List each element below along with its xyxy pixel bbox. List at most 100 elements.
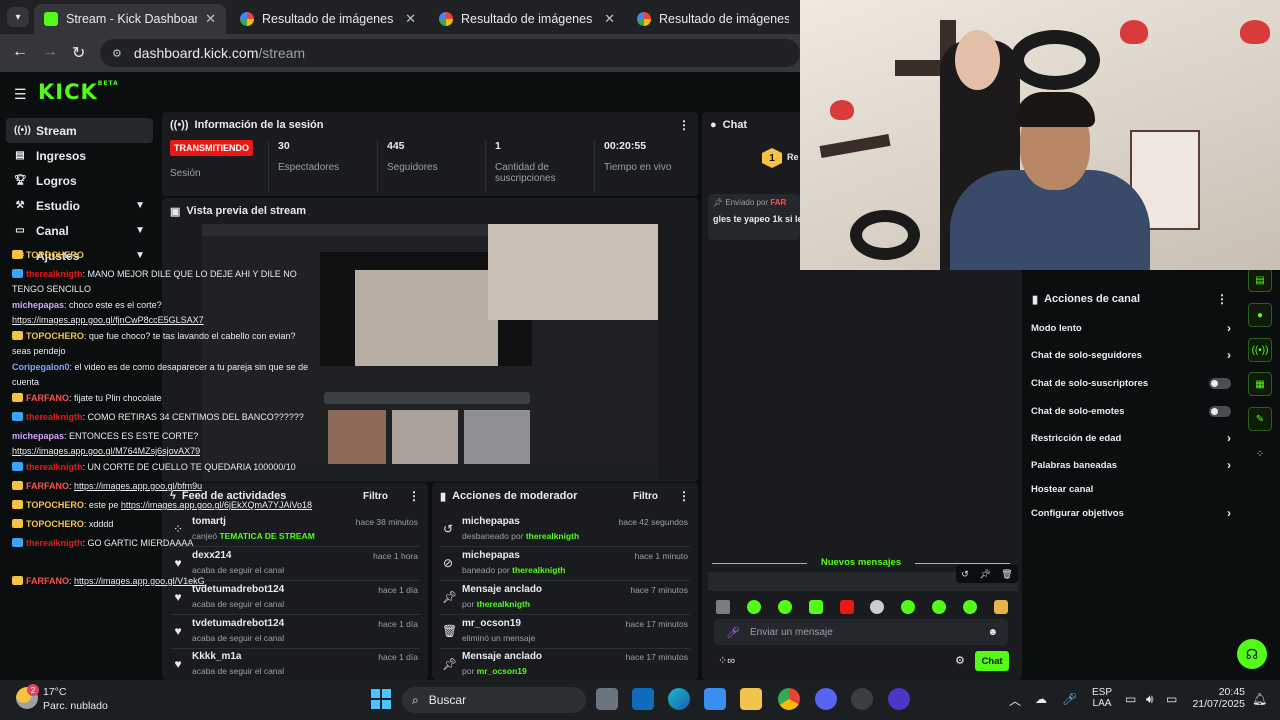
forward-arrow-icon[interactable]: → xyxy=(42,43,58,61)
chat-link[interactable]: https://images.app.goo.gl/V1ekG xyxy=(74,576,205,586)
discord-icon[interactable] xyxy=(815,688,837,710)
battery-icon[interactable]: ▭ xyxy=(1166,692,1177,706)
obs-icon[interactable] xyxy=(888,688,910,710)
chat-message[interactable]: FARFANO: fijate tu Plin chocolate xyxy=(12,391,312,406)
sidebar-item-estudio[interactable]: ⚒ Estudio ▼ xyxy=(6,193,153,218)
chat-link[interactable]: https://images.app.goo.gl/fjnCwP8ccE5GLS… xyxy=(12,315,204,325)
help-headset-icon[interactable]: ☊ xyxy=(1237,639,1267,669)
sidebar-item-ingresos[interactable]: ▤ Ingresos xyxy=(6,143,153,168)
emote-icon[interactable] xyxy=(809,600,823,614)
sidebar-item-logros[interactable]: 🏆︎ Logros xyxy=(6,168,153,193)
send-chat-button[interactable]: Chat xyxy=(975,651,1009,671)
filter-button[interactable]: Filtro xyxy=(363,491,388,502)
emote-icon[interactable] xyxy=(901,600,915,614)
kebab-menu-icon[interactable]: ⋮ xyxy=(1216,292,1228,306)
task-view-icon[interactable] xyxy=(596,688,618,710)
filter-button[interactable]: Filtro xyxy=(633,491,658,502)
file-explorer-icon[interactable] xyxy=(740,688,762,710)
cloud-icon[interactable]: ☁ xyxy=(1035,692,1047,706)
chat-message[interactable]: michepapas: choco este es el corte? https… xyxy=(12,298,312,328)
hamburger-menu-icon[interactable]: ☰ xyxy=(14,86,27,103)
kebab-menu-icon[interactable]: ⋮ xyxy=(408,489,420,503)
edge-icon[interactable] xyxy=(668,688,690,710)
steam-icon[interactable] xyxy=(851,688,873,710)
reload-icon[interactable]: ↻ xyxy=(72,43,85,63)
chat-message-input[interactable]: 🎤︎ Enviar un mensaje ☻ xyxy=(714,619,1008,645)
close-tab-icon[interactable]: ✕ xyxy=(205,11,216,27)
action-banned-words[interactable]: Palabras baneadas › xyxy=(1031,455,1231,475)
site-info-icon[interactable]: ⚙ xyxy=(112,47,122,60)
weather-desc[interactable]: Parc. nublado xyxy=(43,700,108,712)
chat-bubble-icon[interactable]: ● xyxy=(1248,303,1272,327)
emote-icon[interactable] xyxy=(747,600,761,614)
language-indicator[interactable]: ESP LAA xyxy=(1092,687,1112,709)
close-tab-icon[interactable]: ✕ xyxy=(405,11,416,27)
chat-message[interactable]: TOPOCHERO: xdddd xyxy=(12,517,312,532)
apps-icon[interactable]: ⁘ xyxy=(1248,442,1272,466)
kick-logo[interactable]: KICKBETA xyxy=(38,80,119,104)
chat-link[interactable]: https://images.app.goo.gl/bfm9u xyxy=(74,481,202,491)
taskbar-clock[interactable]: 20:45 21/07/2025 xyxy=(1190,686,1245,710)
back-arrow-icon[interactable]: ← xyxy=(12,43,28,61)
action-subscribers-only[interactable]: Chat de solo-suscriptores xyxy=(1031,373,1231,393)
emoji-icon[interactable]: ☻ xyxy=(987,627,998,638)
emote-icon[interactable] xyxy=(932,600,946,614)
action-configure-goals[interactable]: Configurar objetivos › xyxy=(1031,503,1231,523)
emotes-only-toggle[interactable] xyxy=(1209,405,1231,417)
emote-icon[interactable] xyxy=(870,600,884,614)
kebab-menu-icon[interactable]: ⋮ xyxy=(678,118,690,132)
chat-link[interactable]: https://images.app.goo.gl/M764MZsj6sjovA… xyxy=(12,446,200,456)
tab-search-button[interactable]: ▾ xyxy=(7,7,29,27)
close-tab-icon[interactable]: ✕ xyxy=(604,11,615,27)
microphone-icon[interactable]: 🎤︎ xyxy=(726,626,740,639)
action-age-restriction[interactable]: Restricción de edad › xyxy=(1031,428,1231,448)
pin-icon[interactable]: 📌︎ xyxy=(979,569,990,580)
chat-tools-icon[interactable]: ⁘∞ xyxy=(718,654,735,667)
chat-message[interactable]: Coripegalon0: el video es de como desapa… xyxy=(12,360,312,390)
chat-message[interactable]: TOPOCHERO: que fue choco? te tas lavando… xyxy=(12,329,312,359)
emote-icon[interactable] xyxy=(994,600,1008,614)
pinned-message[interactable]: 📌︎ Enviado por FAR gles te yapeo 1k si l… xyxy=(708,194,803,240)
weather-temp[interactable]: 17°C xyxy=(43,686,66,698)
trash-icon[interactable]: 🗑︎ xyxy=(1001,569,1012,580)
tab-google-images-2[interactable]: Resultado de imágenes de Goo ✕ xyxy=(429,4,625,34)
chrome-icon[interactable] xyxy=(778,688,800,710)
tab-google-images-3[interactable]: Resultado de imágenes de Goo xyxy=(627,4,799,34)
undo-icon[interactable]: ↺ xyxy=(961,569,969,580)
chat-message[interactable]: therealknigth: MANO MEJOR DILE QUE LO DE… xyxy=(12,267,312,297)
action-host-channel[interactable]: Hostear canal xyxy=(1031,479,1231,499)
subscribers-only-toggle[interactable] xyxy=(1209,377,1231,389)
chat-message[interactable]: therealknigth: UN CORTE DE CUELLO TE QUE… xyxy=(12,460,312,475)
kebab-menu-icon[interactable]: ⋮ xyxy=(678,489,690,503)
broadcast-icon[interactable]: ((•)) xyxy=(1248,338,1272,362)
address-bar[interactable]: ⚙ dashboard.kick.com/stream xyxy=(100,39,800,67)
chat-message[interactable]: therealknigth: GO GARTIC MIERDAAAA xyxy=(12,536,312,551)
emote-icon[interactable] xyxy=(778,600,792,614)
wrench-icon[interactable]: ✎ xyxy=(1248,407,1272,431)
microphone-icon[interactable]: 🎤︎ xyxy=(1062,692,1077,706)
chat-message[interactable]: TOPOCHERO xyxy=(12,248,312,263)
emote-icon[interactable] xyxy=(840,600,854,614)
windows-start-icon[interactable] xyxy=(371,689,391,709)
layout-icon[interactable]: ▦ xyxy=(1248,372,1272,396)
outlook-icon[interactable] xyxy=(632,688,654,710)
emote-icon[interactable] xyxy=(716,600,730,614)
notification-bell-icon[interactable]: 🔔︎ xyxy=(1252,692,1267,706)
store-icon[interactable] xyxy=(704,688,726,710)
chat-message[interactable]: FARFANO: https://images.app.goo.gl/V1ekG xyxy=(12,574,312,589)
chat-link[interactable]: https://images.app.goo.gl/6jEkXQmA7YJAiV… xyxy=(121,500,312,510)
sidebar-item-stream[interactable]: ((•)) Stream xyxy=(6,118,153,143)
chat-message[interactable]: michepapas: ENTONCES ES ESTE CORTE? https… xyxy=(12,429,312,459)
gear-icon[interactable]: ⚙ xyxy=(955,654,965,667)
emote-icon[interactable] xyxy=(963,600,977,614)
action-emotes-only[interactable]: Chat de solo-emotes xyxy=(1031,401,1231,421)
action-slow-mode[interactable]: Modo lento › xyxy=(1031,318,1231,338)
chevron-up-icon[interactable]: ︿ xyxy=(1009,692,1021,709)
sidebar-item-canal[interactable]: ▭ Canal ▼ xyxy=(6,218,153,243)
volume-icon[interactable]: 🔊︎ xyxy=(1146,692,1154,707)
action-followers-only[interactable]: Chat de solo-seguidores › xyxy=(1031,345,1231,365)
tab-google-images-1[interactable]: Resultado de imágenes de Goo ✕ xyxy=(230,4,426,34)
display-icon[interactable]: ▭ xyxy=(1125,692,1136,706)
tab-kick-dashboard[interactable]: Stream - Kick Dashboard ✕ xyxy=(34,4,226,34)
clipboard-icon[interactable]: ▤ xyxy=(1248,268,1272,292)
